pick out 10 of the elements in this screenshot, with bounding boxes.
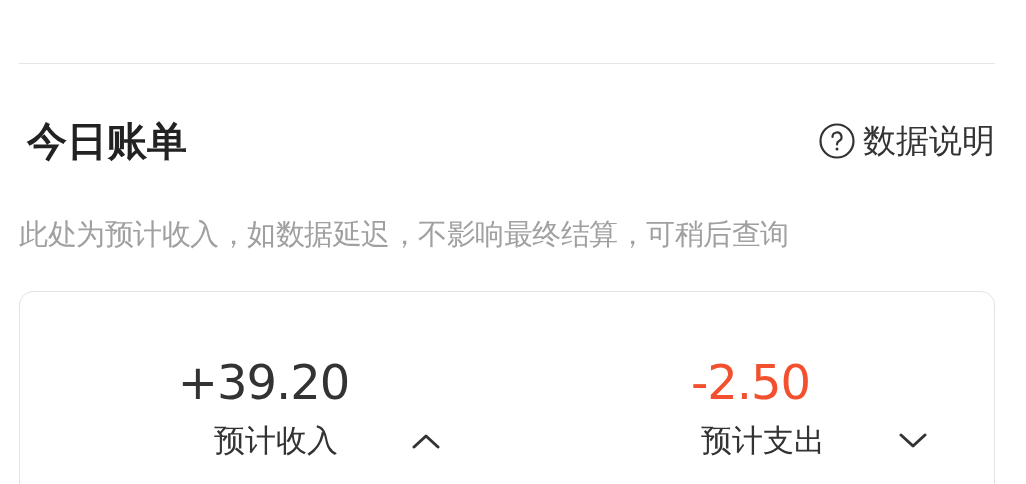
section-title: 今日账单 [27,116,187,166]
amount-value: -2.50 [690,354,811,410]
help-icon [819,123,855,159]
stat-label: 预计收入 [213,421,338,460]
data-info-link[interactable]: 数据说明 [819,118,995,164]
chevron-icon [411,433,440,449]
note-text: 此处为预计收入，如数据延迟，不影响最终结算，可稍后查询 [19,216,790,253]
stat-label: 预计支出 [700,421,825,460]
chevron-icon [898,433,927,449]
amount-value: +39.20 [177,354,350,410]
